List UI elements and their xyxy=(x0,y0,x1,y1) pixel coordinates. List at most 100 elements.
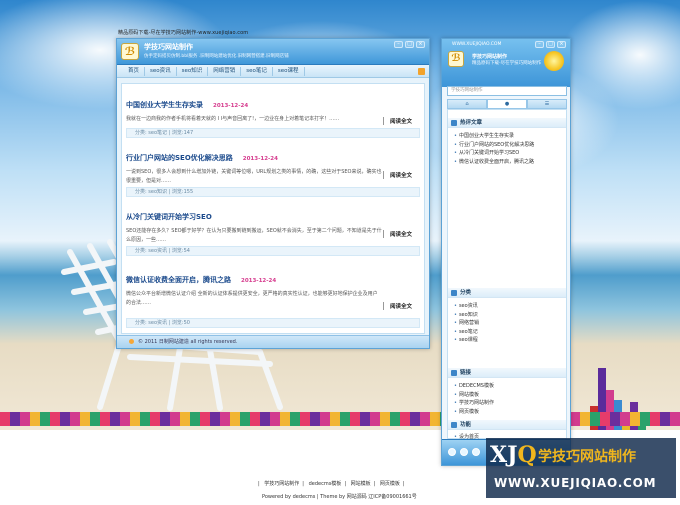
sidebar-window: WWW.XUEJIQIAO.COM – □ × ℬ 学技巧网站制作 精品原码下载… xyxy=(441,38,571,466)
color-stripe xyxy=(0,412,680,426)
list-item[interactable]: DEDECMS模板 xyxy=(448,382,566,391)
copyright-text: © 2011 日制网站建造 all rights reserved. xyxy=(138,339,238,345)
post-date: 2013-12-24 xyxy=(213,103,249,109)
nav-item-home[interactable]: 首页 xyxy=(123,66,146,76)
nav-item-marketing[interactable]: 网络营销 xyxy=(208,66,242,76)
post-excerpt: 我就在一边商我的作者手机将看着天就的 I I与声音回离了!，一边业在身上对着笔记… xyxy=(126,116,340,122)
section-title: 链接 xyxy=(448,368,566,378)
list-item[interactable]: seo课程 xyxy=(448,336,566,345)
footer-link[interactable]: 网页模板 xyxy=(380,481,400,487)
sidebar-slogan-sub: 精品原码下载-尽在学技巧网站制作 xyxy=(472,61,542,66)
post-date: 2013-12-24 xyxy=(242,156,278,162)
footer-link[interactable]: 学技巧网站制作 xyxy=(264,481,299,487)
post-meta: 分类: seo笔记 | 浏览:147 xyxy=(126,128,420,138)
section-links: 链接 DEDECMS模板 网站模板 学技巧网站制作 网页模板 xyxy=(448,368,566,416)
rss-icon[interactable] xyxy=(418,68,425,75)
post-views: 浏览:155 xyxy=(171,189,194,195)
site-logo-icon: ℬ xyxy=(121,43,139,60)
list-item[interactable]: 从冷门关键词开始学习SEO xyxy=(448,149,566,158)
sidebar-panel: 热评文章 中国创业大学生生存实录 行业门户网站的SEO优化解决思路 从冷门关键词… xyxy=(447,109,567,440)
post-title[interactable]: 行业门户网站的SEO优化解决思路 xyxy=(126,154,233,162)
home-icon[interactable] xyxy=(448,448,456,456)
nav-item-seo-course[interactable]: seo课程 xyxy=(273,66,305,76)
main-window: ℬ 学技巧网站制作 仿手定码搭贝仿制.bbl服务 .旧制网站建站优化.旧制网营搭… xyxy=(116,38,430,349)
watermark-logo: XJQ 学技巧网站制作 WWW.XUEJIQIAO.COM xyxy=(486,438,676,498)
post-list: 中国创业大学生生存实录 2013-12-24 我就在一边商我的作者手机将看着天就的… xyxy=(121,83,425,334)
close-icon[interactable]: × xyxy=(557,41,566,48)
section-categories: 分类 seo资讯 seo知识 网络营销 seo笔记 seo课程 xyxy=(448,288,566,345)
main-window-subtitle: 仿手定码搭贝仿制.bbl服务 .旧制网站建站优化.旧制网营搭建.旧制网店铺 xyxy=(144,54,289,59)
post-excerpt: SEO还能存在多久？SEO都于好学？在认为只要搬到链到搬运，SEO就不会消失，至… xyxy=(126,228,382,243)
status-dot-icon xyxy=(129,339,134,344)
nav-item-seo-news[interactable]: seo资讯 xyxy=(145,66,177,76)
read-more-link[interactable]: 阅读全文 xyxy=(382,171,412,179)
watermark-name: 学技巧网站制作 xyxy=(538,449,636,465)
list-item[interactable]: 网站模板 xyxy=(448,391,566,400)
settings-icon[interactable] xyxy=(472,448,480,456)
post-title[interactable]: 微信认证收费全面开启，腾讯之路 xyxy=(126,276,231,284)
powered-by: Powered by dedecms | Theme by 网站源码 辽ICP备… xyxy=(262,494,417,500)
sun-icon xyxy=(544,51,564,71)
post-excerpt: 微信公众平台新增微信认证介绍 全新的认证体系提供更安全，更严格的真实性认证，也能… xyxy=(126,291,378,306)
post-title[interactable]: 从冷门关键词开始学习SEO xyxy=(126,213,212,221)
section-title: 热评文章 xyxy=(448,118,566,128)
list-item[interactable]: 网络营销 xyxy=(448,319,566,328)
post-views: 浏览:54 xyxy=(171,248,190,254)
search-icon[interactable] xyxy=(460,448,468,456)
nav-item-seo-knowledge[interactable]: seo知识 xyxy=(177,66,209,76)
section-title: 功能 xyxy=(448,420,566,430)
close-icon[interactable]: × xyxy=(416,41,425,48)
minimize-icon[interactable]: – xyxy=(394,41,403,48)
footer-link[interactable]: 网站模板 xyxy=(351,481,371,487)
maximize-icon[interactable]: □ xyxy=(546,41,555,48)
post-category[interactable]: 分类: seo资讯 xyxy=(135,320,167,326)
post-views: 浏览:50 xyxy=(171,320,190,326)
post-date: 2013-12-24 xyxy=(241,278,277,284)
site-logo-icon: ℬ xyxy=(448,51,464,67)
post-item: 从冷门关键词开始学习SEO SEO还能存在多久？SEO都于好学？在认为只要搬到链… xyxy=(126,204,420,256)
sidebar-slogan: 学技巧网站制作 xyxy=(472,54,508,60)
post-category[interactable]: 分类: seo知识 xyxy=(135,189,167,195)
list-item[interactable]: 学技巧网站制作 xyxy=(448,399,566,408)
list-item[interactable]: seo笔记 xyxy=(448,328,566,337)
post-meta: 分类: seo知识 | 浏览:155 xyxy=(126,187,420,197)
main-window-title: 学技巧网站制作 xyxy=(144,43,193,51)
main-nav: 首页 seo资讯 seo知识 网络营销 seo笔记 seo课程 xyxy=(117,65,429,78)
sidebar-url: WWW.XUEJIQIAO.COM xyxy=(452,42,502,47)
sidebar-tabs: ⌂ ● ☰ xyxy=(447,99,567,109)
search-input[interactable]: 学技巧网站制作 xyxy=(447,86,567,96)
read-more-link[interactable]: 阅读全文 xyxy=(382,117,412,125)
footer-links: | 学技巧网站制作 | dedecms模板 | 网站模板 | 网页模板 | xyxy=(258,481,405,487)
main-window-footer: © 2011 日制网站建造 all rights reserved. xyxy=(117,335,429,348)
list-item[interactable]: 微信认证收费全面开启，腾讯之路 xyxy=(448,158,566,167)
list-item[interactable]: seo资讯 xyxy=(448,302,566,311)
tab-3[interactable]: ☰ xyxy=(527,99,567,109)
post-excerpt: 一说到SEO，很多人会想到什么增加外链，关键词等位嗯，URL规划之类的事情，的确… xyxy=(126,169,382,184)
post-item: 微信认证收费全面开启，腾讯之路 2013-12-24 微信公众平台新增微信认证介绍… xyxy=(126,267,420,328)
watermark-logo-mark: XJQ xyxy=(490,442,537,468)
post-item: 中国创业大学生生存实录 2013-12-24 我就在一边商我的作者手机将看着天就的… xyxy=(126,92,420,138)
read-more-link[interactable]: 阅读全文 xyxy=(382,302,412,310)
post-item: 行业门户网站的SEO优化解决思路 2013-12-24 一说到SEO，很多人会想到… xyxy=(126,145,420,197)
nav-item-seo-notes[interactable]: seo笔记 xyxy=(241,66,273,76)
top-caption: 精品原码下载-尽在学技巧网站制作-www.xuejiqiao.com xyxy=(118,30,249,36)
tab-2[interactable]: ● xyxy=(487,99,527,109)
post-meta: 分类: seo资讯 | 浏览:54 xyxy=(126,246,420,256)
main-window-header: ℬ 学技巧网站制作 仿手定码搭贝仿制.bbl服务 .旧制网站建站优化.旧制网营搭… xyxy=(117,39,429,65)
list-item[interactable]: seo知识 xyxy=(448,311,566,320)
post-meta: 分类: seo资讯 | 浏览:50 xyxy=(126,318,420,328)
read-more-link[interactable]: 阅读全文 xyxy=(382,230,412,238)
section-title: 分类 xyxy=(448,288,566,298)
list-item[interactable]: 网页模板 xyxy=(448,408,566,417)
maximize-icon[interactable]: □ xyxy=(405,41,414,48)
footer-link[interactable]: dedecms模板 xyxy=(309,481,342,487)
post-category[interactable]: 分类: seo笔记 xyxy=(135,130,167,136)
section-hot-posts: 热评文章 中国创业大学生生存实录 行业门户网站的SEO优化解决思路 从冷门关键词… xyxy=(448,118,566,166)
post-title[interactable]: 中国创业大学生生存实录 xyxy=(126,101,203,109)
tab-1[interactable]: ⌂ xyxy=(447,99,487,109)
list-item[interactable]: 行业门户网站的SEO优化解决思路 xyxy=(448,141,566,150)
minimize-icon[interactable]: – xyxy=(535,41,544,48)
list-item[interactable]: 中国创业大学生生存实录 xyxy=(448,132,566,141)
post-views: 浏览:147 xyxy=(171,130,194,136)
post-category[interactable]: 分类: seo资讯 xyxy=(135,248,167,254)
